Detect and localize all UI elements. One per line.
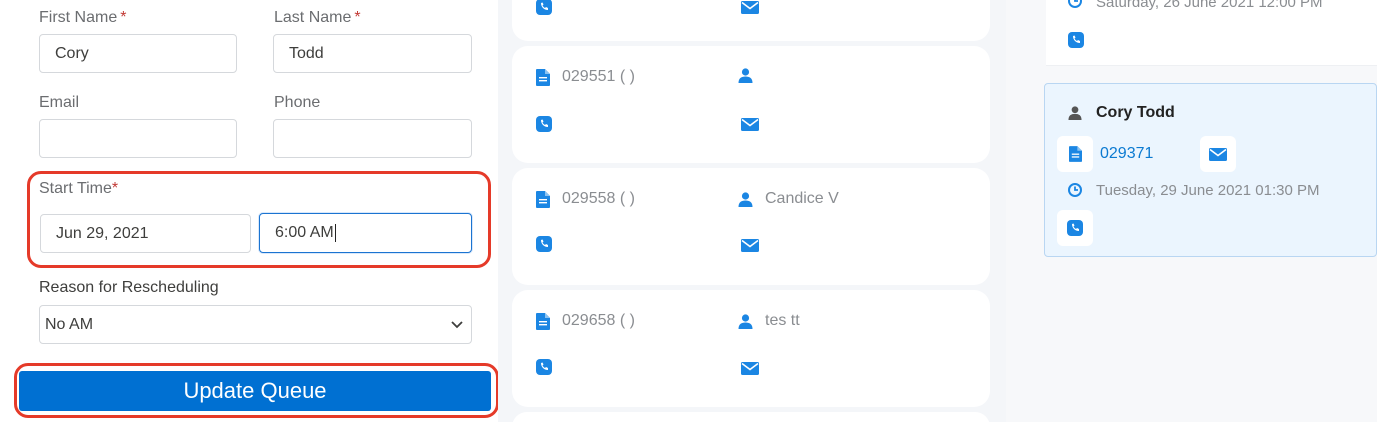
first-name-input[interactable]: Cory — [39, 34, 237, 73]
document-icon — [536, 312, 550, 330]
mail-button[interactable] — [1200, 136, 1236, 172]
start-date-input[interactable]: Jun 29, 2021 — [40, 214, 251, 253]
queue-card[interactable]: 029551 ( ) — [512, 46, 990, 163]
mail-icon[interactable] — [741, 239, 759, 252]
start-time-input[interactable]: 6:00 AM — [259, 213, 472, 253]
document-icon-tile — [1057, 136, 1093, 172]
email-input[interactable] — [39, 119, 237, 158]
chevron-down-icon — [451, 320, 463, 328]
case-number-row: 029658 ( ) — [536, 312, 635, 330]
entry-time: Saturday, 26 June 2021 12:00 PM — [1096, 0, 1323, 11]
case-number: 029658 ( ) — [562, 312, 635, 329]
contact-name: tes tt — [765, 312, 800, 329]
text-caret — [334, 224, 336, 242]
phone-icon[interactable] — [536, 359, 552, 375]
mail-icon[interactable] — [741, 118, 759, 131]
clock-icon — [1068, 0, 1082, 8]
reason-select[interactable]: No AM — [39, 305, 472, 344]
clock-icon — [1068, 183, 1082, 197]
contact-row — [738, 68, 765, 83]
user-icon — [738, 313, 753, 329]
reason-label: Reason for Rescheduling — [39, 279, 219, 296]
phone-icon[interactable] — [536, 116, 552, 132]
mail-icon[interactable] — [741, 362, 759, 375]
document-icon — [1068, 146, 1082, 162]
phone-label: Phone — [274, 94, 321, 111]
queue-card[interactable] — [512, 0, 990, 41]
selected-time: Tuesday, 29 June 2021 01:30 PM — [1096, 182, 1320, 199]
phone-icon[interactable] — [536, 236, 552, 252]
selected-case-link[interactable]: 029371 — [1100, 145, 1153, 163]
required-marker: * — [111, 180, 119, 197]
case-number-row: 029551 ( ) — [536, 68, 635, 86]
reason-selected-value: No AM — [45, 315, 94, 333]
mail-icon — [1209, 147, 1227, 161]
schedule-entry[interactable]: Saturday, 26 June 2021 12:00 PM — [1046, 0, 1377, 66]
phone-icon[interactable] — [1068, 32, 1084, 48]
reschedule-form: First Name * Last Name * Cory Todd Email P… — [0, 0, 506, 422]
phone-button[interactable] — [1057, 210, 1093, 246]
phone-icon — [1067, 220, 1083, 236]
document-icon — [536, 68, 550, 86]
contact-row: tes tt — [738, 312, 800, 330]
phone-input[interactable] — [273, 119, 472, 158]
contact-name: Candice V — [765, 190, 839, 207]
mail-icon — [741, 1, 759, 14]
phone-icon — [536, 0, 552, 15]
selected-schedule-entry[interactable]: Cory Todd 029371 Tuesday, 29 June 2021 0… — [1044, 83, 1377, 257]
last-name-input[interactable]: Todd — [273, 34, 472, 73]
case-number: 029551 ( ) — [562, 68, 635, 85]
user-icon-tile — [1057, 95, 1093, 131]
queue-card[interactable]: 029558 ( ) Candice V — [512, 168, 990, 285]
required-marker: * — [354, 9, 361, 26]
start-time-value: 6:00 AM — [275, 224, 334, 241]
case-number: 029558 ( ) — [562, 190, 635, 207]
selected-contact-name: Cory Todd — [1096, 104, 1175, 121]
app-root: First Name * Last Name * Cory Todd Email P… — [0, 0, 1377, 422]
user-icon — [738, 68, 753, 83]
user-icon — [738, 191, 753, 207]
contact-row: Candice V — [738, 190, 839, 208]
first-name-label: First Name * — [39, 9, 127, 26]
required-marker: * — [120, 9, 127, 26]
start-time-label: Start Time* — [39, 180, 119, 197]
user-icon — [1068, 106, 1082, 120]
email-label: Email — [39, 94, 80, 111]
queue-card[interactable] — [512, 412, 990, 422]
update-queue-button[interactable]: Update Queue — [19, 371, 491, 411]
document-icon — [536, 190, 550, 208]
case-number-row: 029558 ( ) — [536, 190, 635, 208]
clock-icon-tile — [1057, 172, 1093, 208]
queue-card[interactable]: 029658 ( ) tes tt — [512, 290, 990, 407]
last-name-label: Last Name * — [274, 9, 361, 26]
